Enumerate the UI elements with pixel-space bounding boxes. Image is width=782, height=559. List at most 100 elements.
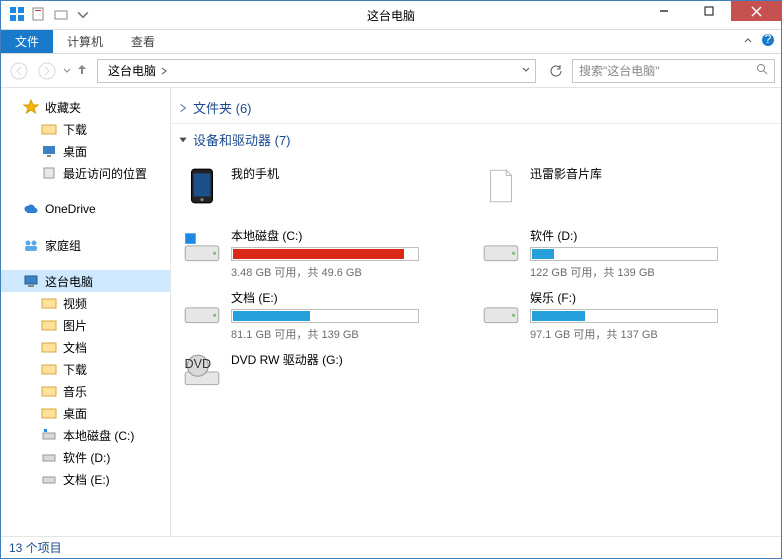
folder-icon (41, 121, 57, 137)
device-drive-c[interactable]: 本地磁盘 (C:) 3.48 GB 可用，共 49.6 GB (179, 225, 474, 277)
close-button[interactable] (731, 1, 781, 21)
device-drive-f[interactable]: 娱乐 (F:) 97.1 GB 可用，共 137 GB (478, 287, 773, 339)
breadcrumb[interactable]: 这台电脑 (108, 62, 168, 79)
drive-icon (181, 289, 223, 331)
cloud-icon (23, 201, 39, 217)
properties-icon[interactable] (31, 6, 47, 25)
device-name: 娱乐 (F:) (530, 289, 771, 306)
sidebar-onedrive[interactable]: OneDrive (1, 198, 170, 220)
device-status: 97.1 GB 可用，共 137 GB (530, 326, 771, 342)
back-button[interactable] (7, 59, 31, 83)
device-xunlei[interactable]: 迅雷影音片库 (478, 163, 773, 215)
main-panel: 文件夹 (6) 设备和驱动器 (7) 我的手机 迅雷影音片库 本地磁盘 (C:) (171, 88, 781, 536)
sidebar-item-label: 视频 (63, 295, 87, 312)
tree-group-onedrive: OneDrive (1, 198, 170, 220)
sidebar-item-label: 收藏夹 (45, 99, 81, 116)
tree-group-thispc: 这台电脑 视频 图片 文档 下载 音乐 桌面 本地磁盘 (C:) 软件 (D:)… (1, 270, 170, 490)
chevron-right-icon (160, 67, 168, 75)
section-folders[interactable]: 文件夹 (6) (171, 92, 781, 124)
app-icon (9, 6, 25, 25)
drive-icon (41, 471, 57, 487)
device-phone[interactable]: 我的手机 (179, 163, 474, 215)
window-title: 这台电脑 (367, 7, 415, 24)
search-box[interactable]: 搜索"这台电脑" (572, 59, 775, 83)
help-icon[interactable]: ? (761, 33, 775, 50)
device-name: 我的手机 (231, 165, 472, 182)
section-devices[interactable]: 设备和驱动器 (7) (171, 124, 781, 155)
sidebar-item-label: 桌面 (63, 405, 87, 422)
device-status: 3.48 GB 可用，共 49.6 GB (231, 264, 472, 280)
device-name: DVD RW 驱动器 (G:) (231, 351, 472, 368)
sidebar-desktop[interactable]: 桌面 (1, 140, 170, 162)
sidebar-item-label: 桌面 (63, 143, 87, 160)
address-dropdown-icon[interactable] (521, 64, 531, 78)
sidebar-item-label: 下载 (63, 121, 87, 138)
new-folder-icon[interactable] (53, 6, 69, 25)
minimize-button[interactable] (641, 1, 686, 21)
tree-group-homegroup: 家庭组 (1, 234, 170, 256)
sidebar-music[interactable]: 音乐 (1, 380, 170, 402)
device-status: 122 GB 可用，共 139 GB (530, 264, 771, 280)
capacity-bar (231, 247, 419, 261)
menu-view[interactable]: 查看 (117, 30, 169, 53)
sidebar-videos[interactable]: 视频 (1, 292, 170, 314)
drive-icon (41, 449, 57, 465)
sidebar-recent[interactable]: 最近访问的位置 (1, 162, 170, 184)
sidebar-homegroup[interactable]: 家庭组 (1, 234, 170, 256)
recent-icon (41, 165, 57, 181)
search-icon (756, 63, 768, 78)
titlebar: 这台电脑 (1, 1, 781, 30)
sidebar-downloads[interactable]: 下载 (1, 118, 170, 140)
up-button[interactable] (75, 62, 89, 79)
folder-icon (41, 383, 57, 399)
sidebar-drive-c[interactable]: 本地磁盘 (C:) (1, 424, 170, 446)
capacity-bar (530, 247, 718, 261)
thispc-icon (23, 273, 39, 289)
device-dvd[interactable]: DVD DVD RW 驱动器 (G:) (179, 349, 474, 401)
drive-icon (41, 427, 57, 443)
tree-group-favorites: 收藏夹 下载 桌面 最近访问的位置 (1, 96, 170, 184)
drive-icon (480, 289, 522, 331)
sidebar-item-label: 图片 (63, 317, 87, 334)
device-drive-e[interactable]: 文档 (E:) 81.1 GB 可用，共 139 GB (179, 287, 474, 339)
menu-computer[interactable]: 计算机 (53, 30, 117, 53)
forward-button[interactable] (35, 59, 59, 83)
sidebar-item-label: 本地磁盘 (C:) (63, 427, 134, 444)
qat-dropdown-icon[interactable] (75, 6, 91, 25)
maximize-button[interactable] (686, 1, 731, 21)
sidebar-item-label: 家庭组 (45, 237, 81, 254)
ribbon-collapse-icon[interactable] (743, 35, 753, 49)
sidebar-item-label: 文档 (63, 339, 87, 356)
sidebar-drive-e[interactable]: 文档 (E:) (1, 468, 170, 490)
star-icon (23, 99, 39, 115)
refresh-button[interactable] (544, 59, 568, 83)
quick-access-icons (1, 6, 91, 25)
device-name: 软件 (D:) (530, 227, 771, 244)
window-controls (641, 1, 781, 29)
ribbon-help: ? (743, 30, 775, 53)
capacity-bar (231, 309, 419, 323)
capacity-fill (233, 311, 310, 321)
sidebar-desktop2[interactable]: 桌面 (1, 402, 170, 424)
recent-dropdown-icon[interactable] (63, 64, 71, 78)
capacity-bar (530, 309, 718, 323)
devices-grid: 我的手机 迅雷影音片库 本地磁盘 (C:) 3.48 GB 可用，共 49.6 … (171, 155, 781, 409)
sidebar-downloads2[interactable]: 下载 (1, 358, 170, 380)
device-drive-d[interactable]: 软件 (D:) 122 GB 可用，共 139 GB (478, 225, 773, 277)
folder-icon (41, 317, 57, 333)
menu-file[interactable]: 文件 (1, 30, 53, 53)
statusbar: 13 个项目 (1, 536, 781, 558)
address-bar[interactable]: 这台电脑 (97, 59, 536, 83)
sidebar-drive-d[interactable]: 软件 (D:) (1, 446, 170, 468)
sidebar-thispc[interactable]: 这台电脑 (1, 270, 170, 292)
sidebar-item-label: 软件 (D:) (63, 449, 110, 466)
chevron-right-icon (177, 102, 189, 114)
capacity-fill (532, 249, 554, 259)
sidebar-favorites[interactable]: 收藏夹 (1, 96, 170, 118)
sidebar-item-label: 下载 (63, 361, 87, 378)
homegroup-icon (23, 237, 39, 253)
sidebar-documents[interactable]: 文档 (1, 336, 170, 358)
drive-os-icon (181, 227, 223, 269)
menubar: 文件 计算机 查看 ? (1, 30, 781, 54)
sidebar-pictures[interactable]: 图片 (1, 314, 170, 336)
